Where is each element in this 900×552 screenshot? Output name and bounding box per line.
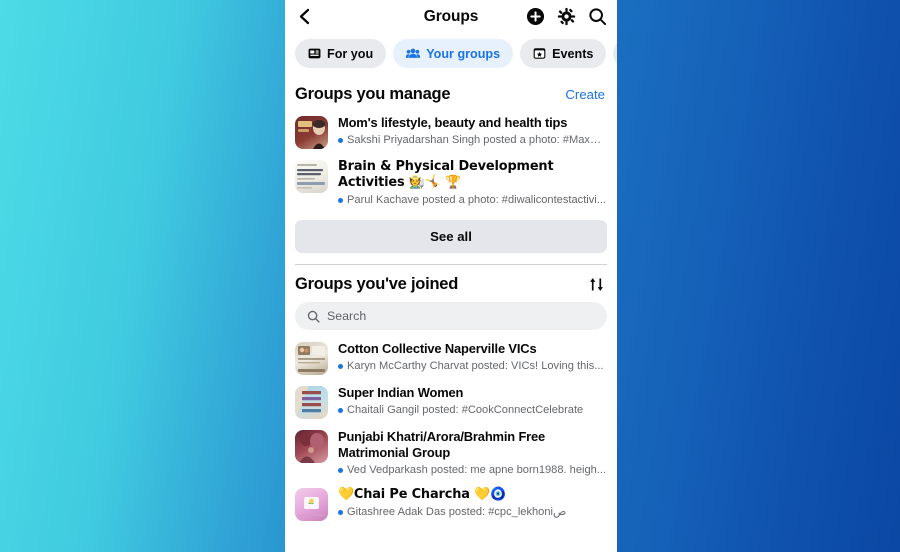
search-container: Search <box>285 300 617 336</box>
group-avatar <box>295 160 328 193</box>
group-activity-text: Ved Vedparkash posted: me apne born1988.… <box>347 464 607 476</box>
chip-for-you[interactable]: For you <box>295 39 387 68</box>
group-row-body: Punjabi Khatri/Arora/Brahmin Free Matrim… <box>338 428 607 477</box>
unread-dot-icon <box>338 198 343 203</box>
unread-dot-icon <box>338 468 343 473</box>
joined-group-row[interactable]: 💛Chai Pe Charcha 💛🧿 Gitashree Adak Das p… <box>285 482 617 526</box>
people-group-icon <box>406 47 421 60</box>
unread-dot-icon <box>338 510 343 515</box>
top-navigation-bar: Groups <box>285 0 617 33</box>
group-activity: Ved Vedparkash posted: me apne born1988.… <box>338 463 607 477</box>
group-row-body: Brain & Physical Development Activities … <box>338 158 607 207</box>
unread-dot-icon <box>338 364 343 369</box>
search-placeholder: Search <box>327 309 367 323</box>
filter-chips-row[interactable]: For you Your groups Events <box>285 33 617 76</box>
group-avatar <box>295 386 328 419</box>
group-avatar <box>295 116 328 149</box>
managed-group-row[interactable]: Mom's lifestyle, beauty and health tips … <box>285 110 617 154</box>
group-activity: Sakshi Priyadarshan Singh posted a photo… <box>338 133 607 147</box>
see-all-container: See all <box>285 212 617 262</box>
unread-dot-icon <box>338 138 343 143</box>
joined-group-row[interactable]: Punjabi Khatri/Arora/Brahmin Free Matrim… <box>285 424 617 482</box>
groups-you-manage-header: Groups you manage Create <box>285 76 617 110</box>
search-icon <box>307 310 320 323</box>
group-activity: Karyn McCarthy Charvat posted: VICs! Lov… <box>338 359 607 373</box>
feed-icon <box>308 47 321 60</box>
group-title: Punjabi Khatri/Arora/Brahmin Free Matrim… <box>338 429 546 460</box>
managed-group-row[interactable]: Brain & Physical Development Activities … <box>285 154 617 212</box>
group-activity-text: Gitashree Adak Das posted: #cpc_lekhoniص <box>347 506 567 518</box>
chip-label: Your groups <box>426 46 501 61</box>
group-row-body: Cotton Collective Naperville VICs Karyn … <box>338 340 607 373</box>
chip-your-groups[interactable]: Your groups <box>393 39 514 68</box>
search-input[interactable]: Search <box>295 302 607 330</box>
group-avatar <box>295 342 328 375</box>
gear-icon[interactable] <box>557 7 576 26</box>
group-activity-text: Sakshi Priyadarshan Singh posted a photo… <box>347 134 607 146</box>
group-activity: Gitashree Adak Das posted: #cpc_lekhoniص <box>338 505 607 519</box>
see-all-button[interactable]: See all <box>295 220 607 253</box>
chip-discover[interactable]: Di <box>613 39 617 68</box>
chip-label: Events <box>552 46 594 61</box>
chip-events[interactable]: Events <box>520 39 607 68</box>
back-chevron-icon[interactable] <box>293 6 315 28</box>
create-group-link[interactable]: Create <box>565 87 605 102</box>
group-title: Mom's lifestyle, beauty and health tips <box>338 115 568 130</box>
top-bar-actions <box>526 7 607 26</box>
group-activity: Chaitali Gangil posted: #CookConnectCele… <box>338 403 607 417</box>
calendar-star-icon <box>533 47 546 60</box>
search-icon[interactable] <box>588 7 607 26</box>
group-row-body: 💛Chai Pe Charcha 💛🧿 Gitashree Adak Das p… <box>338 486 607 519</box>
phone-screen: Groups For you Your groups Events Groups… <box>285 0 617 552</box>
joined-group-row[interactable]: Super Indian Women Chaitali Gangil poste… <box>285 380 617 424</box>
plus-circle-icon[interactable] <box>526 7 545 26</box>
section-title: Groups you manage <box>295 85 451 103</box>
group-avatar <box>295 430 328 463</box>
sort-arrows-icon[interactable] <box>588 276 605 293</box>
group-title: 💛Chai Pe Charcha 💛🧿 <box>338 487 506 502</box>
group-activity: Parul Kachave posted a photo: #diwalicon… <box>338 193 607 207</box>
unread-dot-icon <box>338 408 343 413</box>
groups-you-joined-header: Groups you've joined <box>285 265 617 300</box>
group-title: Super Indian Women <box>338 385 464 400</box>
chip-label: For you <box>327 46 374 61</box>
group-activity-text: Parul Kachave posted a photo: #diwalicon… <box>347 194 607 206</box>
joined-group-row[interactable]: Cotton Collective Naperville VICs Karyn … <box>285 336 617 380</box>
section-title: Groups you've joined <box>295 275 459 293</box>
group-title: Cotton Collective Naperville VICs <box>338 341 537 356</box>
group-row-body: Super Indian Women Chaitali Gangil poste… <box>338 384 607 417</box>
group-avatar <box>295 488 328 521</box>
group-activity-text: Chaitali Gangil posted: #CookConnectCele… <box>347 404 584 416</box>
group-title: Brain & Physical Development Activities … <box>338 159 554 190</box>
group-activity-text: Karyn McCarthy Charvat posted: VICs! Lov… <box>347 360 604 372</box>
group-row-body: Mom's lifestyle, beauty and health tips … <box>338 114 607 147</box>
